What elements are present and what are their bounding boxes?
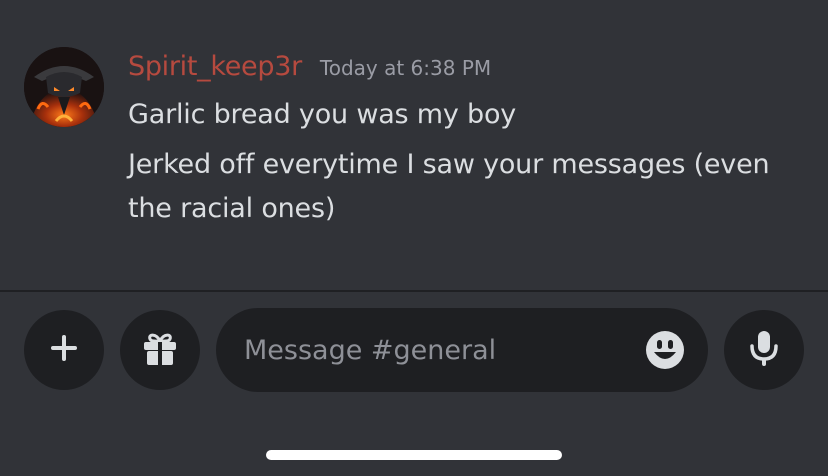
username[interactable]: Spirit_keep3r <box>128 51 302 82</box>
emoji-icon[interactable] <box>645 330 685 370</box>
chat-message: Spirit_keep3r Today at 6:38 PM Garlic br… <box>0 0 828 290</box>
message-composer <box>0 292 828 476</box>
timestamp: Today at 6:38 PM <box>319 56 492 80</box>
message-header: Spirit_keep3r Today at 6:38 PM <box>128 51 491 82</box>
chat-screen: Spirit_keep3r Today at 6:38 PM Garlic br… <box>0 0 828 476</box>
home-indicator[interactable] <box>266 450 562 460</box>
gift-button[interactable] <box>120 310 200 390</box>
message-input[interactable] <box>244 308 624 392</box>
microphone-icon <box>747 328 781 372</box>
message-text: Jerked off everytime I saw your messages… <box>128 149 770 224</box>
message-input-container[interactable] <box>216 308 708 392</box>
avatar[interactable] <box>24 47 104 127</box>
gift-icon <box>140 328 180 372</box>
plus-icon <box>47 331 81 369</box>
voice-message-button[interactable] <box>724 310 804 390</box>
add-attachment-button[interactable] <box>24 310 104 390</box>
message-text: Garlic bread you was my boy <box>128 99 517 130</box>
